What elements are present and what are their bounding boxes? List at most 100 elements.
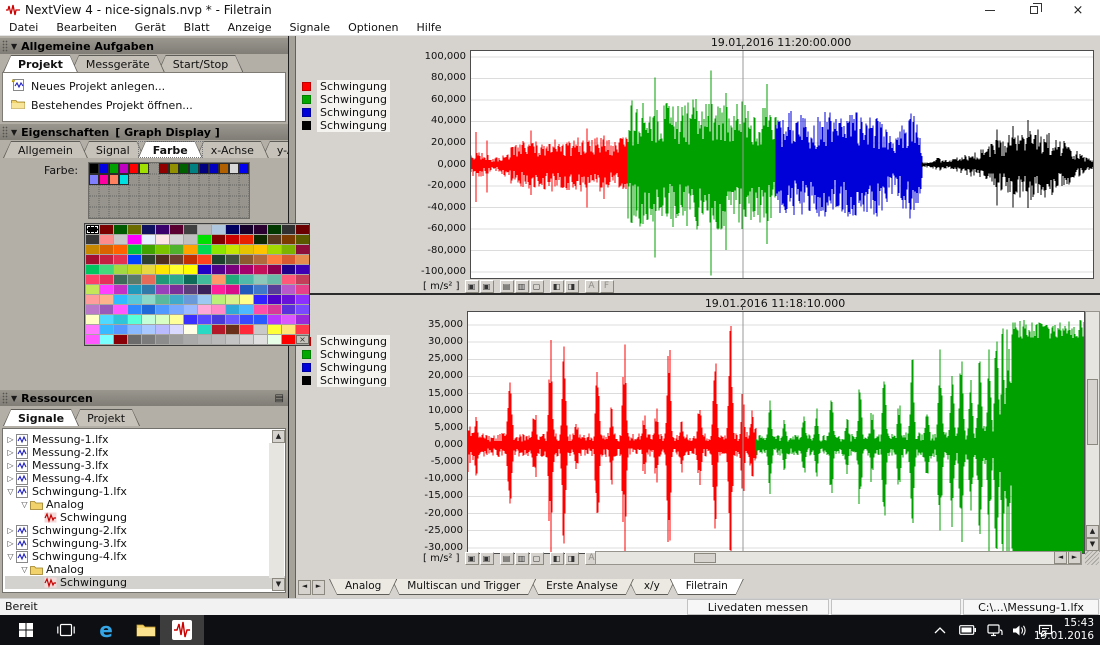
cursor-right-button[interactable]: ◨ — [565, 552, 579, 565]
collapsed-icon[interactable]: ▷ — [5, 474, 16, 483]
empty-swatch[interactable] — [129, 207, 139, 218]
empty-swatch[interactable] — [149, 207, 159, 218]
tree-item-schwingung[interactable]: Schwingung — [5, 511, 285, 524]
palette-color-cell[interactable] — [240, 305, 253, 314]
menu-item-optionen[interactable]: Optionen — [339, 21, 407, 34]
palette-color-cell[interactable] — [282, 275, 295, 284]
palette-color-cell[interactable] — [100, 335, 113, 344]
palette-color-cell[interactable] — [114, 335, 127, 344]
palette-color-cell[interactable] — [254, 225, 267, 234]
empty-swatch[interactable] — [239, 196, 249, 207]
palette-color-cell[interactable] — [212, 225, 225, 234]
empty-swatch[interactable] — [239, 207, 249, 218]
volume-tray-button[interactable] — [1006, 615, 1032, 645]
palette-color-cell[interactable] — [268, 335, 281, 344]
tab-x-achse[interactable]: x-Achse — [196, 141, 269, 158]
palette-color-cell[interactable] — [100, 295, 113, 304]
palette-color-cell[interactable] — [170, 295, 183, 304]
palette-color-cell[interactable] — [240, 225, 253, 234]
palette-color-cell[interactable] — [100, 265, 113, 274]
palette-color-cell[interactable] — [170, 315, 183, 324]
palette-color-cell[interactable] — [114, 235, 127, 244]
tree-item-schwingung-1-lfx[interactable]: ▽Schwingung-1.lfx — [5, 485, 285, 498]
battery-tray-button[interactable] — [954, 615, 980, 645]
palette-color-cell[interactable] — [254, 305, 267, 314]
empty-swatch[interactable] — [179, 174, 189, 185]
palette-color-cell[interactable] — [156, 235, 169, 244]
tray-expand-button[interactable] — [928, 615, 952, 645]
palette-color-cell[interactable] — [254, 235, 267, 244]
collapsed-icon[interactable]: ▷ — [5, 448, 16, 457]
tab-signal[interactable]: Signal — [81, 141, 145, 158]
v-scroll-thumb[interactable] — [1087, 379, 1098, 445]
zoom-x-button[interactable]: ▤ — [500, 280, 514, 293]
tree-scroll-down-button[interactable]: ▼ — [272, 578, 285, 591]
palette-color-cell[interactable] — [254, 285, 267, 294]
tree-item-messung-2-lfx[interactable]: ▷Messung-2.lfx — [5, 446, 285, 459]
tree-item-messung-1-lfx[interactable]: ▷Messung-1.lfx — [5, 433, 285, 446]
palette-color-cell[interactable] — [184, 315, 197, 324]
palette-color-cell[interactable] — [184, 295, 197, 304]
palette-color-cell[interactable] — [170, 275, 183, 284]
legend-item[interactable]: Schwingung — [302, 335, 390, 347]
palette-color-cell[interactable] — [86, 335, 99, 344]
chart-separator[interactable] — [296, 293, 1100, 295]
palette-color-cell[interactable] — [86, 275, 99, 284]
tab-allgemein[interactable]: Allgemein — [3, 141, 88, 158]
palette-color-cell[interactable] — [198, 335, 211, 344]
palette-color-cell[interactable] — [198, 245, 211, 254]
empty-swatch[interactable] — [199, 207, 209, 218]
task-item-bestehendes-projekt-ffnen[interactable]: Bestehendes Projekt öffnen... — [3, 96, 285, 114]
empty-swatch[interactable] — [119, 196, 129, 207]
zoom-y-button[interactable]: ▥ — [515, 280, 529, 293]
palette-color-cell[interactable] — [198, 315, 211, 324]
color-swatch[interactable] — [209, 163, 219, 174]
color-swatch[interactable] — [119, 163, 129, 174]
palette-color-cell[interactable] — [114, 265, 127, 274]
palette-color-cell[interactable] — [184, 335, 197, 344]
palette-color-cell[interactable] — [142, 315, 155, 324]
palette-color-cell[interactable] — [282, 235, 295, 244]
empty-swatch[interactable] — [189, 207, 199, 218]
color-swatch[interactable] — [229, 163, 239, 174]
palette-color-cell[interactable] — [282, 305, 295, 314]
collapsed-icon[interactable]: ▷ — [5, 539, 16, 548]
color-swatch[interactable] — [239, 163, 249, 174]
tab-start-stop[interactable]: Start/Stop — [158, 55, 244, 72]
palette-color-cell[interactable] — [254, 335, 267, 344]
palette-color-cell[interactable] — [114, 325, 127, 334]
palette-color-cell[interactable] — [268, 285, 281, 294]
empty-swatch[interactable] — [179, 185, 189, 196]
palette-color-cell[interactable] — [226, 295, 239, 304]
color-swatch[interactable] — [129, 163, 139, 174]
palette-color-cell[interactable] — [282, 315, 295, 324]
palette-color-cell[interactable] — [212, 235, 225, 244]
palette-color-cell[interactable] — [226, 325, 239, 334]
palette-color-cell[interactable] — [100, 245, 113, 254]
empty-swatch[interactable] — [229, 174, 239, 185]
empty-swatch[interactable] — [129, 185, 139, 196]
palette-color-cell[interactable] — [240, 265, 253, 274]
tree-item-analog[interactable]: ▽Analog — [5, 498, 285, 511]
palette-color-cell[interactable] — [156, 305, 169, 314]
palette-color-cell[interactable] — [212, 295, 225, 304]
task-view-button[interactable] — [48, 615, 84, 645]
palette-color-cell[interactable] — [156, 325, 169, 334]
palette-color-cell[interactable] — [86, 265, 99, 274]
palette-color-cell[interactable] — [128, 285, 141, 294]
tree-scrollbar[interactable] — [269, 443, 284, 578]
palette-color-cell[interactable] — [282, 225, 295, 234]
empty-swatch[interactable] — [109, 196, 119, 207]
color-swatch[interactable] — [199, 163, 209, 174]
palette-color-cell[interactable] — [100, 225, 113, 234]
legend-item[interactable]: Schwingung — [302, 348, 390, 360]
sheet-tab-filetrain[interactable]: Filetrain — [670, 579, 744, 595]
palette-color-cell[interactable] — [212, 275, 225, 284]
empty-swatch[interactable] — [159, 174, 169, 185]
palette-color-cell[interactable] — [254, 315, 267, 324]
empty-swatch[interactable] — [199, 196, 209, 207]
palette-color-cell[interactable] — [268, 235, 281, 244]
palette-color-cell[interactable] — [184, 255, 197, 264]
palette-color-cell[interactable] — [198, 275, 211, 284]
empty-swatch[interactable] — [89, 196, 99, 207]
